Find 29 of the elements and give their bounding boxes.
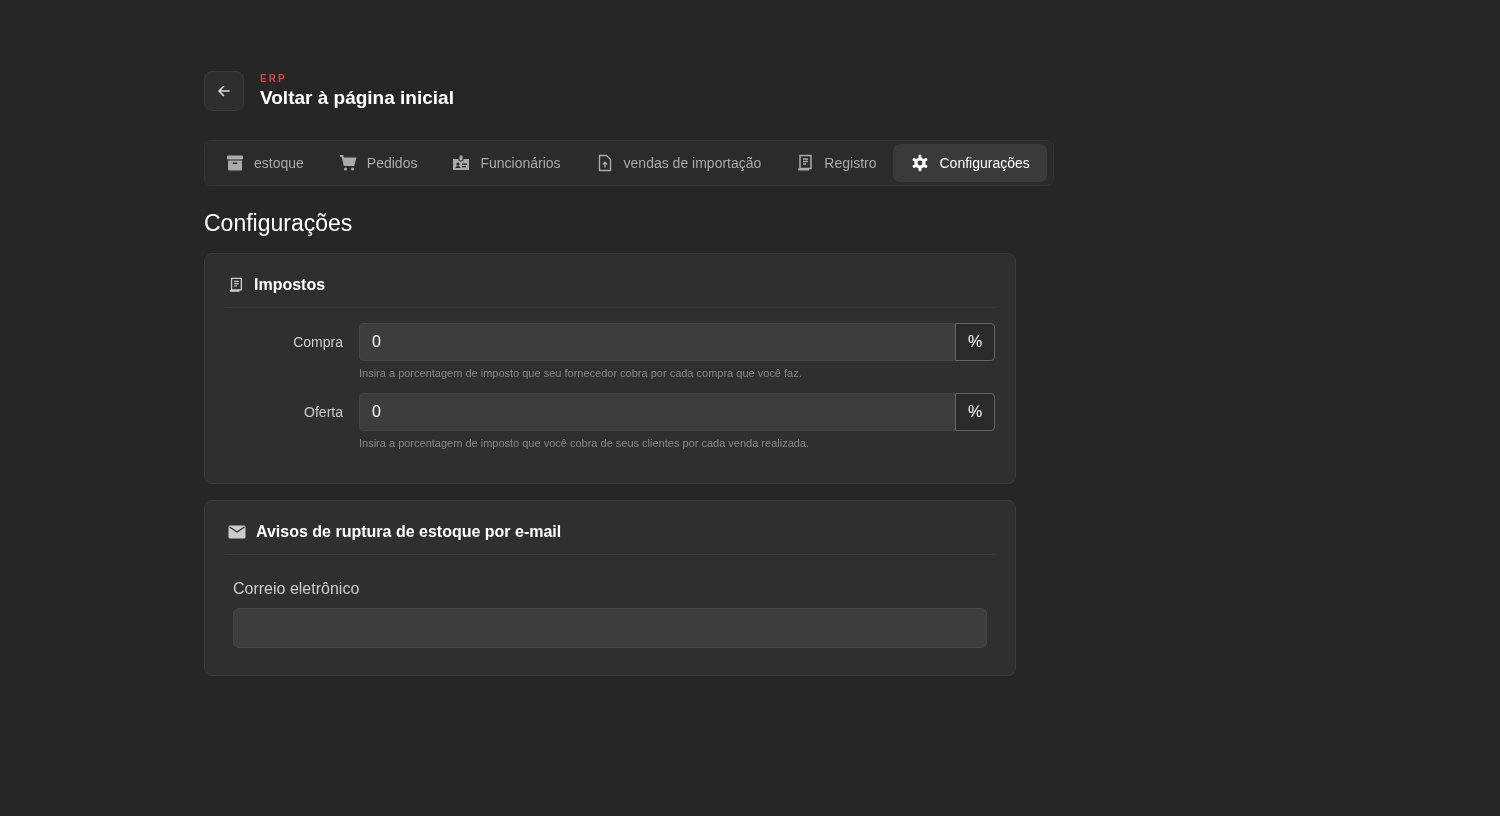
- input-suffix: %: [955, 323, 995, 361]
- envelope-icon: [228, 525, 246, 539]
- tab[interactable]: Registro: [778, 144, 894, 182]
- app-label: ERP: [260, 73, 288, 84]
- help-text: Insira a porcentagem de imposto que seu fornecedor cobra por cada compra que você faz.: [359, 367, 803, 379]
- input-suffix: %: [955, 393, 995, 431]
- tab[interactable]: estoque: [208, 144, 321, 182]
- card-title: Avisos de ruptura de estoque por e-mail: [256, 523, 562, 541]
- field-label: Oferta: [303, 403, 343, 422]
- receipt-icon: [796, 154, 815, 172]
- field-label: Correio eletrônico: [233, 580, 361, 598]
- tab[interactable]: Funcionários: [434, 144, 578, 182]
- input-field[interactable]: 0: [359, 323, 955, 361]
- shopping-cart-icon: [338, 154, 357, 172]
- back-arrow-icon: [216, 83, 232, 99]
- card-title: Impostos: [254, 276, 326, 294]
- id-badge-icon: [452, 154, 471, 172]
- tab[interactable]: vendas de importação: [577, 144, 779, 182]
- tab[interactable]: Pedidos: [320, 144, 435, 182]
- archive-box-icon: [226, 154, 244, 172]
- tab[interactable]: Configurações: [893, 144, 1047, 182]
- back-button[interactable]: [204, 71, 244, 111]
- input-field[interactable]: 0: [359, 393, 955, 431]
- help-text: Insira a porcentagem de imposto que você cobra de seus clientes por cada venda realizada.: [359, 437, 811, 449]
- section-title: Configurações: [204, 210, 354, 237]
- settings-icon: [911, 154, 930, 172]
- field-label: Compra: [292, 333, 343, 352]
- receipt-icon: [228, 277, 244, 293]
- page-heading: Voltar à página inicial: [260, 87, 454, 109]
